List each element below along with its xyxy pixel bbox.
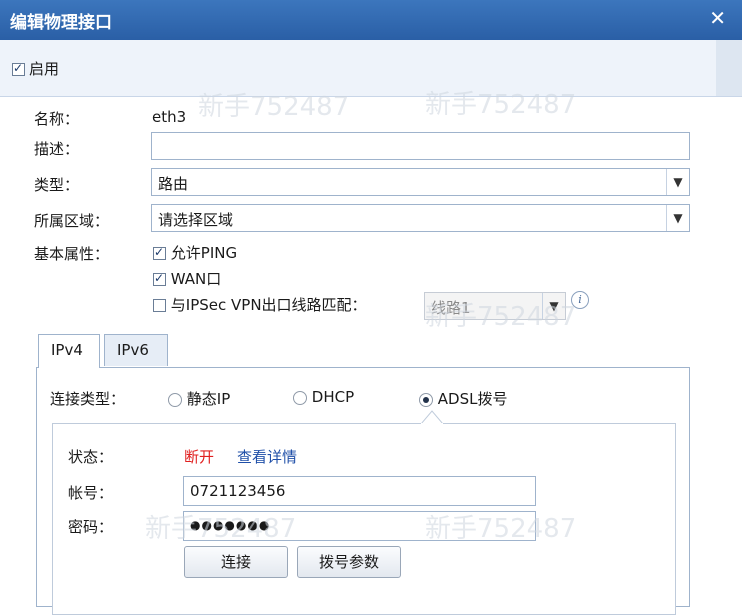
type-select[interactable]: 路由 ▼ — [151, 168, 690, 196]
dial-params-button[interactable]: 拨号参数 — [297, 546, 401, 578]
status-value: 断开 — [184, 448, 215, 466]
conn-type-label: 连接类型： — [50, 390, 126, 408]
connect-button[interactable]: 连接 — [184, 546, 288, 578]
ipsec-match-row[interactable]: 与IPSec VPN出口线路匹配： — [153, 294, 367, 315]
ipsec-match-label: 与IPSec VPN出口线路匹配： — [170, 296, 367, 314]
name-value: eth3 — [152, 108, 187, 126]
account-label: 帐号： — [68, 484, 114, 502]
zone-select-value: 请选择区域 — [158, 211, 234, 229]
allow-ping-row[interactable]: 允许PING — [153, 242, 237, 263]
radio-adsl[interactable]: ADSL拨号 — [419, 388, 507, 409]
chevron-down-icon[interactable]: ▼ — [666, 205, 689, 231]
zone-label: 所属区域： — [34, 212, 110, 230]
radio-static-ip[interactable]: 静态IP — [168, 388, 230, 409]
password-input-value: ●●●●●●● — [190, 518, 271, 532]
ipsec-match-checkbox[interactable] — [153, 299, 166, 312]
info-icon[interactable]: i — [571, 291, 589, 309]
chevron-down-icon[interactable]: ▼ — [666, 169, 689, 195]
enable-label: 启用 — [29, 60, 60, 78]
tab-ipv4[interactable]: IPv4 — [38, 334, 100, 368]
password-label: 密码： — [68, 518, 114, 536]
enable-bar: 启用 — [0, 40, 742, 97]
radio-dhcp[interactable]: DHCP — [293, 388, 354, 406]
desc-label: 描述： — [34, 140, 80, 158]
radio-dhcp-label: DHCP — [311, 388, 355, 406]
status-label: 状态： — [68, 448, 114, 466]
radio-dhcp-button[interactable] — [293, 390, 307, 405]
allow-ping-label: 允许PING — [170, 244, 238, 262]
type-select-value: 路由 — [158, 175, 189, 193]
type-label: 类型： — [34, 176, 80, 194]
chevron-down-icon[interactable]: ▼ — [542, 293, 565, 319]
name-label: 名称： — [34, 110, 80, 128]
radio-static-ip-button[interactable] — [168, 392, 182, 407]
radio-static-ip-label: 静态IP — [186, 390, 231, 408]
wan-label: WAN口 — [170, 270, 222, 288]
account-input[interactable]: 0721123456 — [183, 476, 536, 506]
radio-adsl-button[interactable] — [419, 392, 433, 407]
enable-checkbox[interactable] — [12, 61, 25, 76]
scroll-strip — [716, 40, 742, 96]
wan-row[interactable]: WAN口 — [153, 268, 221, 289]
view-detail-link[interactable]: 查看详情 — [237, 446, 297, 467]
radio-adsl-label: ADSL拨号 — [437, 390, 508, 408]
line-select[interactable]: 线路1 ▼ — [424, 292, 566, 320]
tab-ipv6[interactable]: IPv6 — [104, 334, 168, 366]
desc-input[interactable] — [151, 132, 690, 160]
password-input[interactable]: ●●●●●●● — [183, 511, 536, 541]
allow-ping-checkbox[interactable] — [153, 245, 166, 260]
enable-checkbox-row[interactable]: 启用 — [12, 58, 59, 79]
caret-pointer-icon — [421, 410, 443, 424]
close-icon[interactable]: ✕ — [709, 6, 726, 30]
line-select-value: 线路1 — [431, 299, 471, 317]
zone-select[interactable]: 请选择区域 ▼ — [151, 204, 690, 232]
dialog-title-bar: 编辑物理接口 ✕ — [0, 0, 742, 40]
account-input-value: 0721123456 — [190, 482, 286, 500]
basic-props-label: 基本属性： — [34, 245, 110, 263]
dialog-title: 编辑物理接口 — [10, 13, 112, 33]
wan-checkbox[interactable] — [153, 271, 166, 286]
